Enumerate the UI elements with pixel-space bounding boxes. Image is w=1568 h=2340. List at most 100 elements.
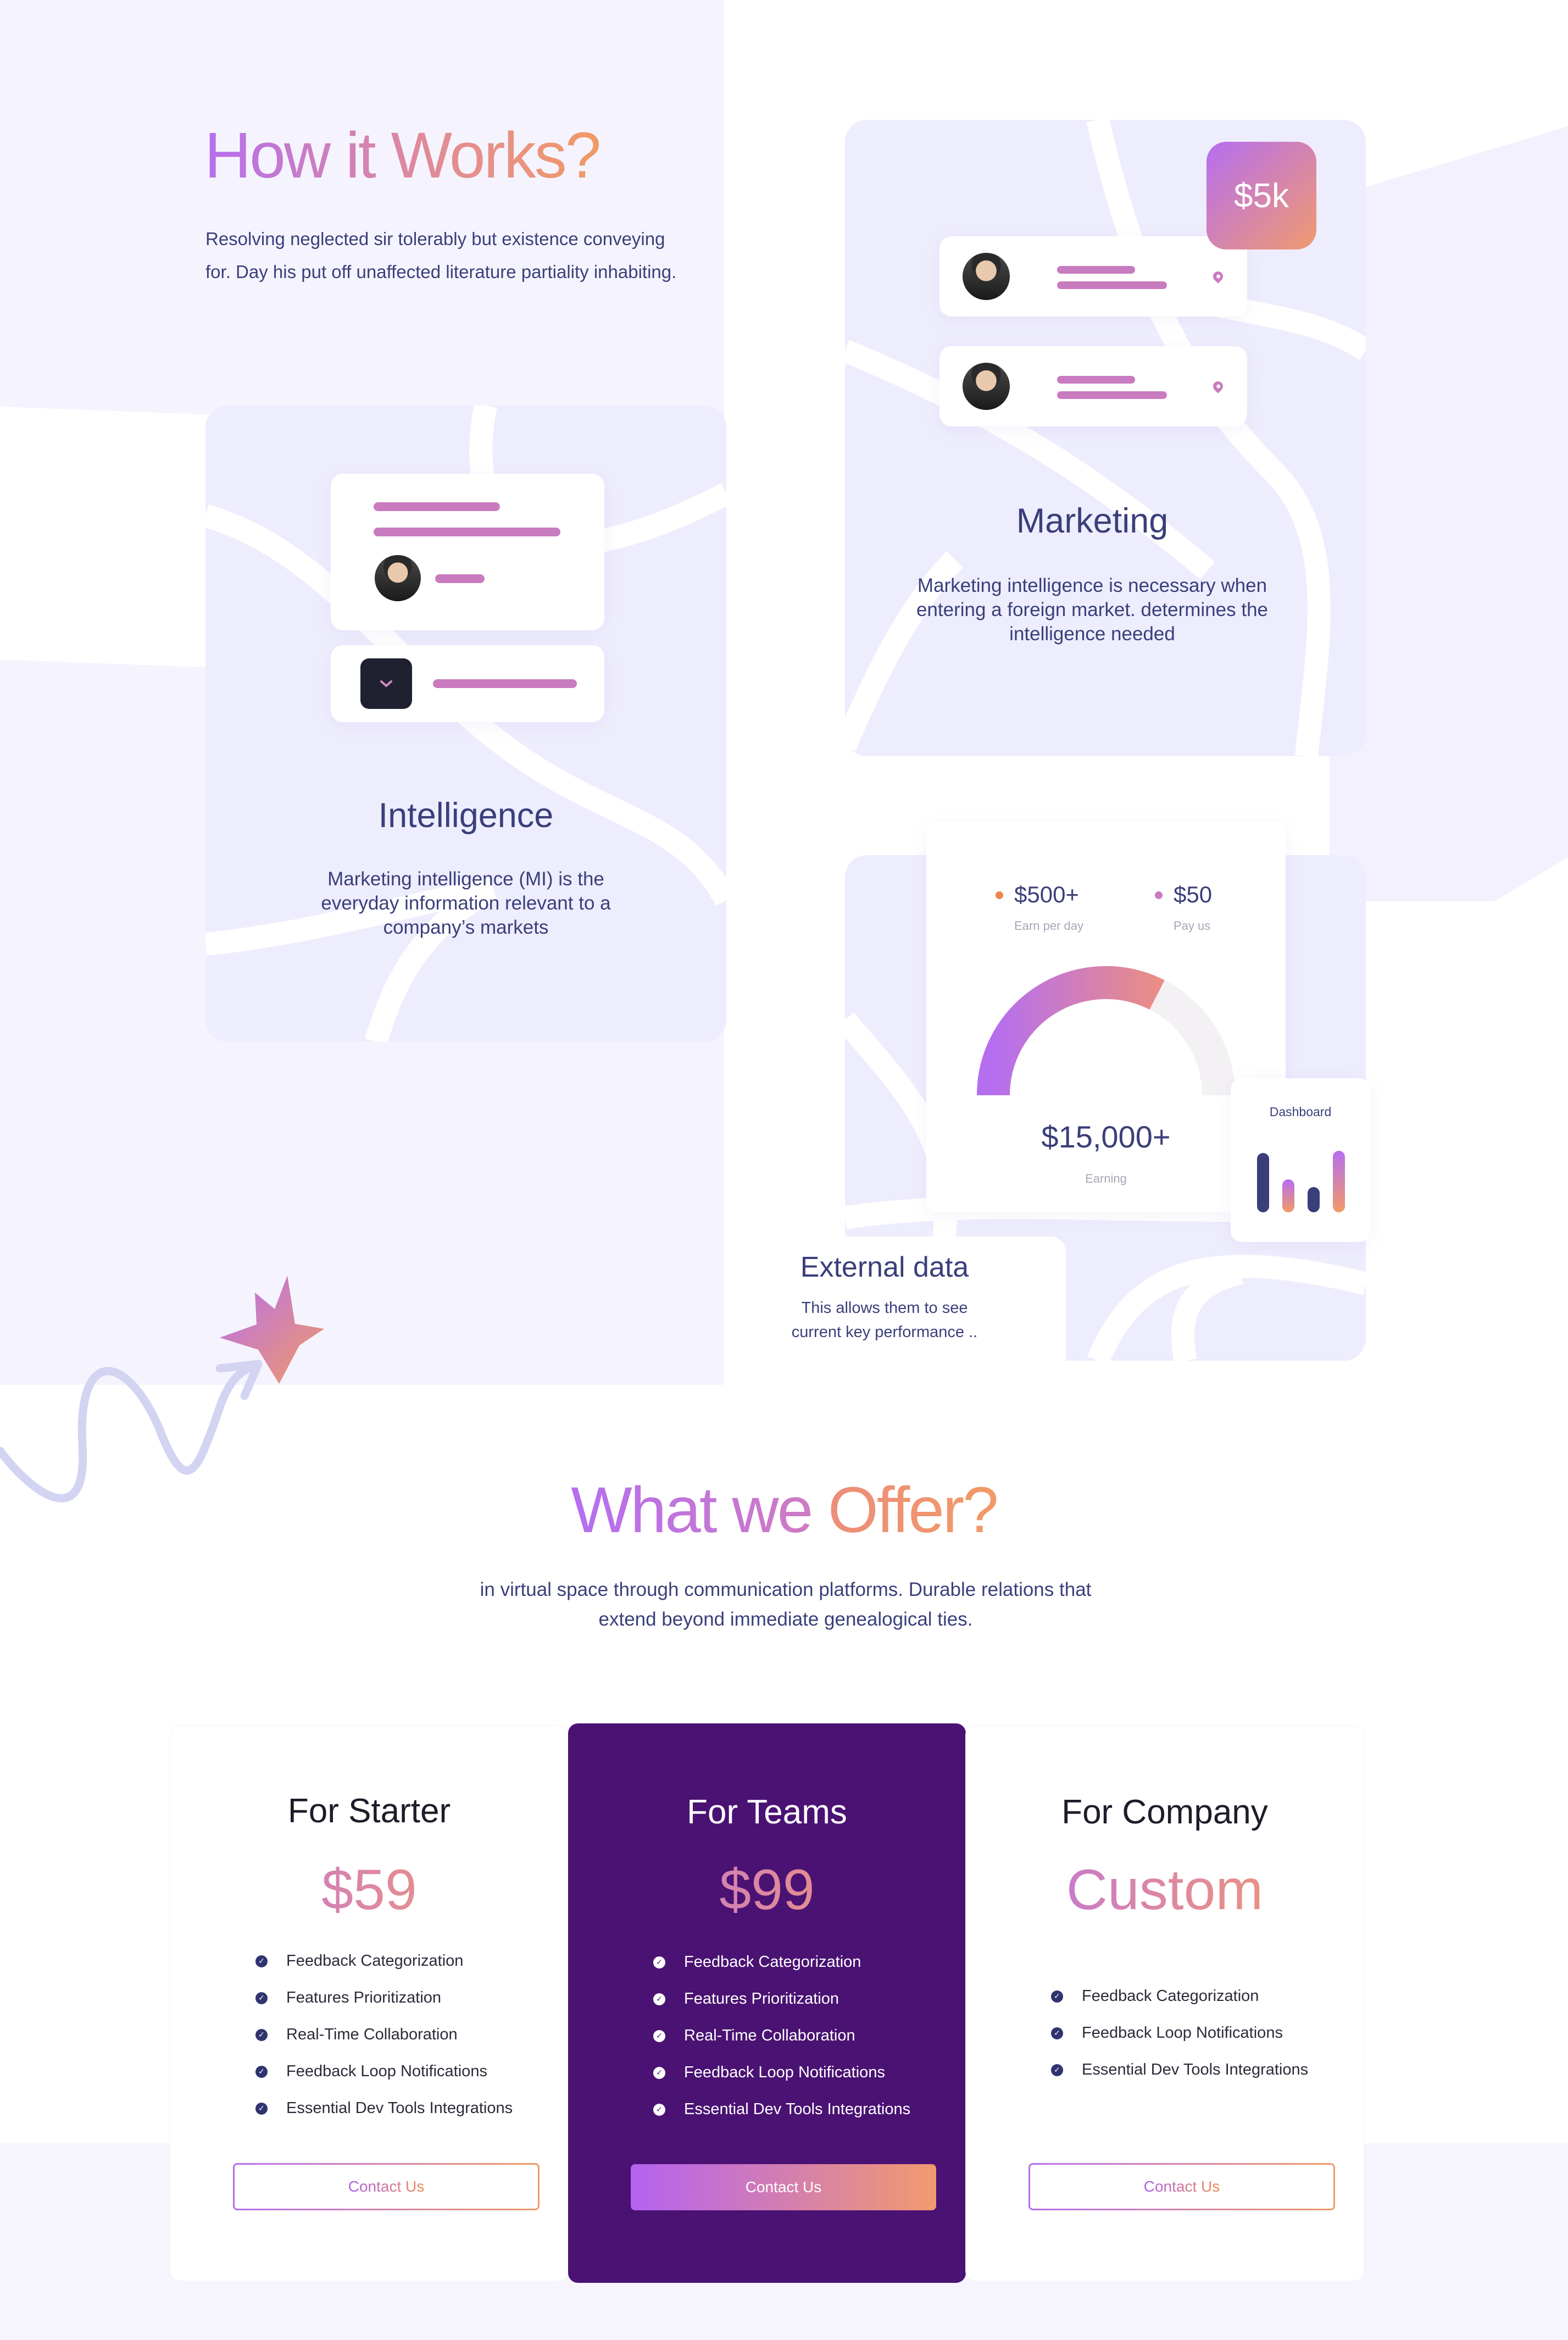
user-line-2 <box>1057 391 1167 399</box>
feature-label: Real-Time Collaboration <box>286 2026 458 2043</box>
contact-us-button[interactable]: Contact Us <box>631 2164 936 2210</box>
profile-line-1 <box>374 502 500 511</box>
how-it-works-description: Resolving neglected sir tolerably but ex… <box>205 229 677 282</box>
feature-label: Features Prioritization <box>684 1990 839 2008</box>
check-icon: ✓ <box>1051 2027 1063 2039</box>
contact-us-label: Contact Us <box>348 2178 425 2195</box>
stat-dot <box>996 891 1003 899</box>
check-icon: ✓ <box>255 2028 268 2041</box>
avatar <box>963 363 1010 410</box>
stat-value: $50 <box>1174 881 1213 907</box>
check-icon: ✓ <box>255 1955 268 1967</box>
pricing-card-teams: For Teams $99 ✓ Feedback Categorization ✓… <box>568 1723 966 2283</box>
feature-item: ✓ Essential Dev Tools Integrations <box>255 2099 513 2117</box>
stat-label: Earn per day <box>1014 919 1083 933</box>
check-icon: ✓ <box>1051 1990 1063 2003</box>
dashboard-bar <box>1282 1179 1294 1212</box>
feature-label: Feedback Categorization <box>1082 1987 1259 2005</box>
check-icon: ✓ <box>1051 2064 1063 2076</box>
check-icon: ✓ <box>255 1992 268 2004</box>
plan-features: ✓ Feedback Categorization ✓ Features Prior… <box>255 1952 513 2136</box>
dashboard-label: Dashboard <box>1269 1105 1332 1119</box>
stat-value: $500+ <box>1014 881 1079 907</box>
marketing-title: Marketing <box>1016 502 1169 540</box>
feature-label: Feedback Categorization <box>684 1953 861 1971</box>
external-data-title: External data <box>800 1251 969 1283</box>
how-it-works-title: How it Works? <box>204 119 601 192</box>
marketing-badge: $5k <box>1206 142 1316 249</box>
pricing-card-starter: For Starter $59 ✓ Feedback Categorization… <box>170 1726 568 2281</box>
dashboard-bar <box>1308 1187 1320 1212</box>
check-icon: ✓ <box>653 1956 665 1969</box>
intelligence-profile-card <box>331 474 604 630</box>
stat-label: Pay us <box>1174 919 1211 933</box>
plan-price: Custom <box>966 1857 1364 1923</box>
profile-line-3 <box>435 574 485 583</box>
feature-label: Feedback Categorization <box>286 1952 464 1970</box>
feature-item: ✓ Feedback Loop Notifications <box>1051 2024 1308 2042</box>
contact-us-label: Contact Us <box>1143 2178 1220 2195</box>
contact-us-button[interactable]: Contact Us <box>233 2163 540 2210</box>
user-line-2 <box>1057 281 1167 289</box>
feature-item: ✓ Essential Dev Tools Integrations <box>653 2100 910 2119</box>
check-icon: ✓ <box>653 2103 665 2116</box>
feature-item: ✓ Feedback Categorization <box>653 1953 910 1971</box>
feature-label: Real-Time Collaboration <box>684 2027 855 2044</box>
earnings-gauge <box>977 966 1235 1096</box>
dashboard-bar <box>1257 1153 1269 1212</box>
plan-name: For Starter <box>287 1792 451 1830</box>
dashboard-card: Dashboard <box>1231 1078 1370 1242</box>
feature-label: Essential Dev Tools Integrations <box>286 2099 513 2117</box>
user-line-1 <box>1057 376 1135 384</box>
contact-us-button[interactable]: Contact Us <box>1028 2163 1335 2210</box>
plan-price: $99 <box>568 1857 966 1923</box>
external-data-description: This allows them to see current key perf… <box>791 1299 978 1341</box>
chevron-down-button[interactable] <box>360 658 412 709</box>
chevron-down-icon <box>380 680 392 687</box>
pricing-card-company: For Company Custom ✓ Feedback Categorizat… <box>966 1726 1364 2281</box>
check-icon: ✓ <box>653 1993 665 2005</box>
intelligence-title: Intelligence <box>378 796 554 835</box>
avatar <box>375 555 421 601</box>
check-icon: ✓ <box>255 2065 268 2078</box>
intelligence-dropdown-card <box>331 645 604 722</box>
feature-item: ✓ Features Prioritization <box>255 1989 513 2007</box>
feature-label: Feedback Loop Notifications <box>286 2062 487 2080</box>
contact-us-label: Contact Us <box>745 2178 822 2195</box>
offer-title-part2: Offer? <box>828 1474 999 1546</box>
plan-name: For Company <box>1061 1793 1268 1831</box>
feature-item: ✓ Feedback Loop Notifications <box>255 2062 513 2081</box>
marketing-user-card-1 <box>939 236 1247 317</box>
intelligence-description: Marketing intelligence (MI) is the every… <box>321 868 611 938</box>
feature-item: ✓ Feedback Categorization <box>1051 1987 1308 2005</box>
gauge-fill <box>977 966 1165 1096</box>
feature-item: ✓ Real-Time Collaboration <box>653 2027 910 2045</box>
user-line-1 <box>1057 266 1135 274</box>
marketing-description: Marketing intelligence is necessary when… <box>916 575 1269 645</box>
check-icon: ✓ <box>653 2066 665 2079</box>
feature-item: ✓ Feedback Categorization <box>255 1952 513 1970</box>
dropdown-line <box>433 679 577 688</box>
location-pin-icon <box>1211 379 1225 393</box>
feature-label: Feedback Loop Notifications <box>684 2064 885 2081</box>
feature-label: Essential Dev Tools Integrations <box>684 2100 911 2118</box>
offer-title: What we Offer? <box>0 1473 1568 1548</box>
marketing-user-card-2 <box>939 346 1247 426</box>
dashboard-bar <box>1333 1151 1345 1212</box>
plan-features: ✓ Feedback Categorization ✓ Feedback Loop … <box>1051 1987 1308 2098</box>
avatar <box>963 253 1010 300</box>
feature-label: Feedback Loop Notifications <box>1082 2024 1283 2042</box>
check-icon: ✓ <box>255 2102 268 2115</box>
plan-name: For Teams <box>687 1793 847 1831</box>
location-pin-icon <box>1211 269 1225 284</box>
feature-item: ✓ Feedback Loop Notifications <box>653 2064 910 2082</box>
offer-description: in virtual space through communication p… <box>480 1579 1092 1630</box>
feature-item: ✓ Real-Time Collaboration <box>255 2026 513 2044</box>
profile-line-2 <box>374 528 560 536</box>
feature-label: Features Prioritization <box>286 1989 442 2006</box>
plan-price: $59 <box>170 1857 568 1923</box>
feature-item: ✓ Essential Dev Tools Integrations <box>1051 2061 1308 2079</box>
marketing-badge-value: $5k <box>1234 176 1289 215</box>
dashboard-bar-chart <box>1257 1133 1345 1212</box>
feature-item: ✓ Features Prioritization <box>653 1990 910 2008</box>
